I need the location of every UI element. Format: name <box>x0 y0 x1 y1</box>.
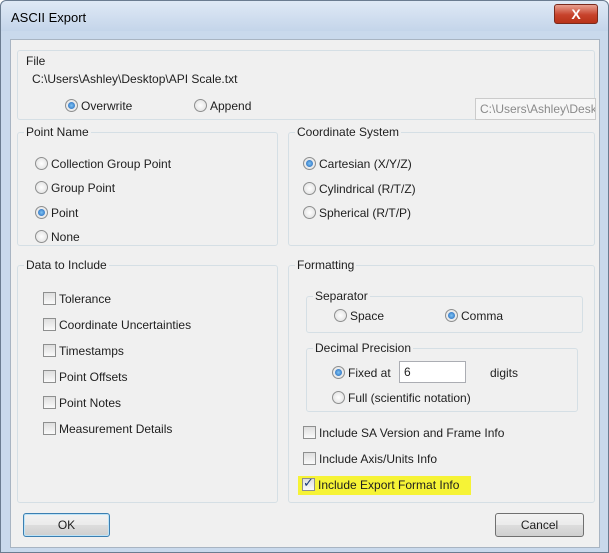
space-radio[interactable] <box>334 309 347 322</box>
cylindrical-radio[interactable] <box>303 182 316 195</box>
point-name-group-label: Point Name <box>24 125 91 139</box>
file-path-field[interactable]: C:\Users\Ashley\Desk <box>475 98 596 120</box>
separator-group-label: Separator <box>313 289 370 303</box>
fixed-at-label[interactable]: Fixed at <box>348 366 391 380</box>
fixed-at-radio[interactable] <box>332 366 345 379</box>
point-radio[interactable] <box>35 206 48 219</box>
cylindrical-label[interactable]: Cylindrical (R/T/Z) <box>319 182 416 196</box>
point-name-group: Point Name Collection Group Point Group … <box>17 125 278 246</box>
point-label[interactable]: Point <box>51 206 78 220</box>
group-point-label[interactable]: Group Point <box>51 181 115 195</box>
ascii-export-dialog: ASCII Export X File C:\Users\Ashley\Desk… <box>0 0 609 553</box>
measurement-details-checkbox[interactable] <box>43 422 56 435</box>
coordinate-system-group-label: Coordinate System <box>295 125 402 139</box>
include-sa-version-checkbox[interactable] <box>303 426 316 439</box>
coordinate-system-group: Coordinate System Cartesian (X/Y/Z) Cyli… <box>288 125 595 246</box>
cancel-button[interactable]: Cancel <box>495 513 584 537</box>
close-button[interactable]: X <box>554 4 598 24</box>
digits-label: digits <box>490 366 519 380</box>
collection-group-point-label[interactable]: Collection Group Point <box>51 157 171 171</box>
include-export-format-checkbox[interactable] <box>302 476 315 491</box>
spherical-label[interactable]: Spherical (R/T/P) <box>319 206 411 220</box>
none-radio[interactable] <box>35 230 48 243</box>
include-sa-version-label[interactable]: Include SA Version and Frame Info <box>319 426 504 440</box>
data-to-include-group: Data to Include Tolerance Coordinate Unc… <box>17 258 278 503</box>
fixed-digits-input[interactable]: 6 <box>399 361 466 383</box>
include-axis-units-label[interactable]: Include Axis/Units Info <box>319 452 437 466</box>
coordinate-uncertainties-checkbox[interactable] <box>43 318 56 331</box>
formatting-group-label: Formatting <box>295 258 357 272</box>
coordinate-uncertainties-label[interactable]: Coordinate Uncertainties <box>59 318 191 332</box>
tolerance-checkbox[interactable] <box>43 292 56 305</box>
cartesian-radio[interactable] <box>303 157 316 170</box>
measurement-details-label[interactable]: Measurement Details <box>59 422 172 436</box>
comma-label[interactable]: Comma <box>461 309 503 323</box>
include-axis-units-checkbox[interactable] <box>303 452 316 465</box>
point-notes-checkbox[interactable] <box>43 396 56 409</box>
point-notes-label[interactable]: Point Notes <box>59 396 121 410</box>
spherical-radio[interactable] <box>303 206 316 219</box>
overwrite-radio[interactable] <box>65 99 78 112</box>
full-scientific-label[interactable]: Full (scientific notation) <box>348 391 471 405</box>
group-point-radio[interactable] <box>35 181 48 194</box>
dialog-title: ASCII Export <box>11 10 87 25</box>
cartesian-label[interactable]: Cartesian (X/Y/Z) <box>319 157 412 171</box>
point-offsets-label[interactable]: Point Offsets <box>59 370 127 384</box>
decimal-precision-group-label: Decimal Precision <box>313 341 414 355</box>
include-export-format-label[interactable]: Include Export Format Info <box>318 478 459 492</box>
append-label[interactable]: Append <box>210 99 251 113</box>
none-label[interactable]: None <box>51 230 80 244</box>
dialog-body: File C:\Users\Ashley\Desktop\API Scale.t… <box>10 39 600 548</box>
data-to-include-group-label: Data to Include <box>24 258 109 272</box>
decimal-precision-group: Decimal Precision Fixed at 6 digits Full… <box>306 341 578 412</box>
append-radio[interactable] <box>194 99 207 112</box>
comma-radio[interactable] <box>445 309 458 322</box>
file-group-label: File <box>24 54 48 68</box>
full-scientific-radio[interactable] <box>332 391 345 404</box>
timestamps-checkbox[interactable] <box>43 344 56 357</box>
formatting-group: Formatting Separator Space Comma Decimal… <box>288 258 595 503</box>
ok-button[interactable]: OK <box>23 513 110 537</box>
point-offsets-checkbox[interactable] <box>43 370 56 383</box>
collection-group-point-radio[interactable] <box>35 157 48 170</box>
separator-group: Separator Space Comma <box>306 289 583 333</box>
title-bar[interactable]: ASCII Export X <box>1 1 608 31</box>
tolerance-label[interactable]: Tolerance <box>59 292 111 306</box>
overwrite-label[interactable]: Overwrite <box>81 99 132 113</box>
file-group: File C:\Users\Ashley\Desktop\API Scale.t… <box>17 50 596 120</box>
timestamps-label[interactable]: Timestamps <box>59 344 124 358</box>
file-path-text: C:\Users\Ashley\Desktop\API Scale.txt <box>32 72 238 86</box>
close-icon: X <box>571 6 581 22</box>
space-label[interactable]: Space <box>350 309 384 323</box>
